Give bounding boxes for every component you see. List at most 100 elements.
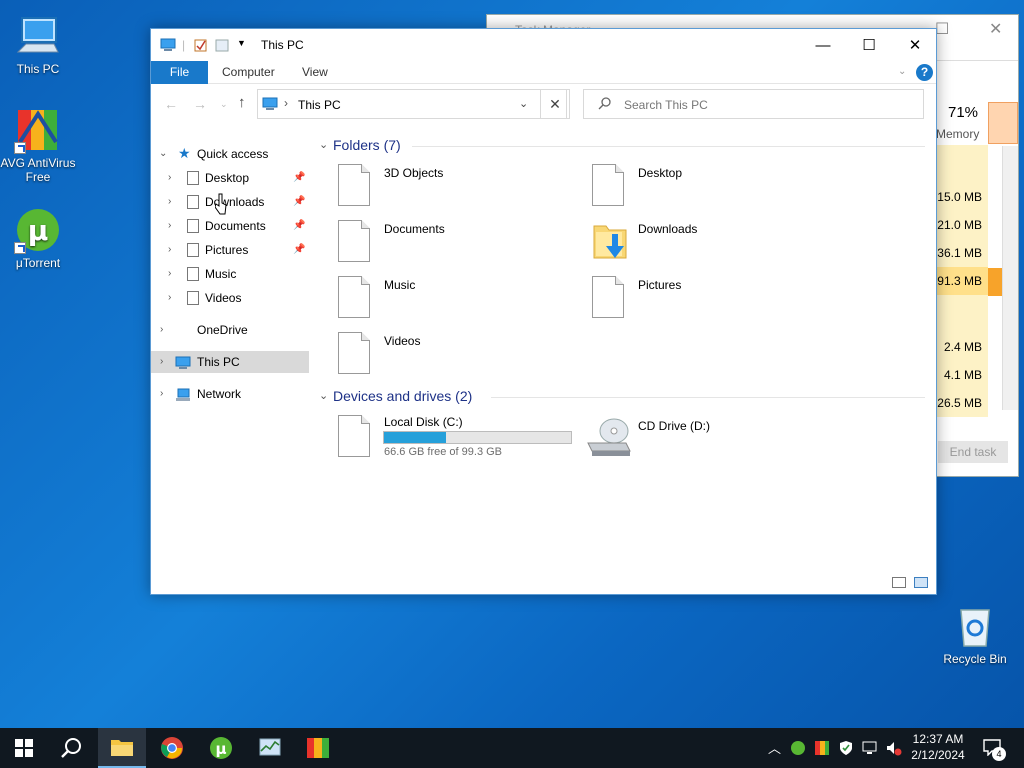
chevron-right-icon[interactable]: › [168, 215, 171, 237]
tab-view[interactable]: View [302, 61, 328, 84]
network-tray-icon[interactable] [862, 740, 878, 759]
security-tray-icon[interactable] [838, 740, 854, 759]
recycle-bin-icon [951, 602, 999, 650]
chevron-right-icon[interactable]: › [168, 167, 171, 189]
new-folder-icon[interactable] [215, 38, 229, 55]
properties-icon[interactable] [194, 38, 208, 55]
folder-label: Music [384, 278, 416, 292]
address-dropdown-icon[interactable]: ⌄ [519, 97, 528, 110]
network-icon [175, 387, 191, 409]
utorrent-icon: µ [210, 737, 232, 759]
desktop-icon-recycle-bin[interactable]: Recycle Bin [937, 602, 1013, 666]
chevron-down-icon[interactable]: ⌄ [319, 389, 328, 402]
desktop-icon-label: AVG AntiVirus Free [0, 156, 76, 184]
drive-item-local-disk[interactable]: Local Disk (C:) 66.6 GB free of 99.3 GB [338, 415, 578, 461]
sidebar-item-music[interactable]: › Music [151, 263, 309, 285]
address-bar[interactable]: › This PC ⌄ [257, 89, 567, 119]
utorrent-icon: µ [14, 206, 62, 254]
group-header-folders[interactable]: Folders (7) [333, 137, 401, 153]
chevron-right-icon[interactable]: › [168, 239, 171, 261]
maximize-button[interactable]: ☐ [846, 29, 892, 61]
group-header-devices[interactable]: Devices and drives (2) [333, 388, 472, 404]
address-text[interactable]: This PC [298, 98, 341, 112]
forward-icon[interactable]: → [193, 96, 207, 112]
show-hidden-icons-icon[interactable]: ︿ [768, 738, 781, 757]
drive-item-cd-drive[interactable]: CD Drive (D:) [586, 417, 816, 467]
folder-item-videos[interactable]: Videos [338, 332, 568, 382]
chevron-right-icon[interactable]: › [168, 287, 171, 309]
taskbar-file-explorer[interactable] [98, 728, 146, 768]
folder-item-3d-objects[interactable]: 3D Objects [338, 164, 568, 214]
desktop-icon-utorrent[interactable]: µ μTorrent [0, 206, 76, 270]
clock[interactable]: 12:37 AM 2/12/2024 [906, 731, 970, 763]
memory-value: 26.5 MB [936, 389, 988, 417]
minimize-button[interactable]: — [800, 29, 846, 61]
volume-muted-icon[interactable] [886, 740, 902, 759]
folder-item-pictures[interactable]: Pictures [592, 276, 822, 326]
pin-icon: 📌 [293, 220, 306, 231]
back-icon[interactable]: ← [164, 96, 178, 112]
sidebar-item-documents[interactable]: › Documents 📌 [151, 215, 309, 237]
chevron-down-icon[interactable]: ⌄ [319, 138, 328, 151]
close-icon[interactable]: ✕ [989, 19, 1002, 39]
file-icon [187, 243, 199, 257]
sidebar-item-quick-access[interactable]: ⌄ ★ Quick access [151, 143, 309, 165]
memory-percent: 71% [948, 104, 979, 121]
search-input[interactable]: Search This PC [624, 98, 708, 112]
close-button[interactable]: ✕ [892, 29, 938, 61]
taskbar-avg[interactable] [294, 728, 342, 768]
chevron-down-icon[interactable]: ⌄ [159, 143, 167, 165]
sidebar-item-onedrive[interactable]: › OneDrive [151, 319, 309, 341]
desktop-icon-avg[interactable]: AVG AntiVirus Free [0, 106, 76, 184]
chevron-right-icon[interactable]: › [168, 191, 171, 213]
folder-item-desktop[interactable]: Desktop [592, 164, 822, 214]
chevron-right-icon[interactable]: › [160, 383, 163, 405]
taskbar-task-manager[interactable] [246, 728, 294, 768]
windows-icon [15, 739, 33, 757]
sidebar-item-label: Pictures [205, 243, 249, 257]
sidebar-item-videos[interactable]: › Videos [151, 287, 309, 309]
customize-toolbar-icon[interactable]: ▼ [237, 38, 246, 48]
clear-address-button[interactable]: ✕ [540, 89, 570, 119]
recent-locations-icon[interactable]: ⌄ [220, 99, 228, 110]
sidebar-item-label: Network [197, 387, 242, 401]
tab-computer[interactable]: Computer [222, 61, 275, 84]
help-button[interactable]: ? [916, 64, 933, 81]
task-manager-scrollbar[interactable] [1002, 146, 1018, 410]
desktop-icon-this-pc[interactable]: This PC [0, 12, 76, 76]
expand-ribbon-icon[interactable]: ⌄ [898, 66, 906, 77]
details-view-icon[interactable] [892, 577, 906, 588]
sidebar-item-label: Quick access [197, 147, 269, 161]
file-icon [187, 267, 199, 281]
chevron-right-icon[interactable]: › [168, 263, 171, 285]
sidebar-item-label: This PC [197, 355, 240, 369]
up-icon[interactable]: ↑ [238, 94, 246, 111]
chevron-right-icon[interactable]: › [160, 351, 163, 373]
folder-item-documents[interactable]: Documents [338, 220, 568, 270]
file-explorer-window[interactable]: | ▼ This PC — ☐ ✕ File Computer View ⌄ ?… [150, 28, 937, 595]
sidebar-item-this-pc[interactable]: › This PC [151, 351, 309, 373]
avg-tray-icon[interactable] [814, 740, 830, 759]
clock-time: 12:37 AM [912, 732, 964, 746]
folder-item-music[interactable]: Music [338, 276, 568, 326]
tab-file[interactable]: File [151, 61, 208, 84]
taskbar-utorrent[interactable]: µ [197, 728, 245, 768]
sidebar-item-pictures[interactable]: › Pictures 📌 [151, 239, 309, 261]
breadcrumb-separator-icon: › [284, 96, 288, 110]
pin-icon: 📌 [293, 244, 306, 255]
large-icons-view-icon[interactable] [914, 577, 928, 588]
memory-column-header[interactable]: Memory [936, 127, 979, 141]
chevron-right-icon[interactable]: › [160, 319, 163, 341]
folder-item-downloads[interactable]: Downloads [592, 220, 822, 270]
file-icon [187, 291, 199, 305]
sidebar-item-desktop[interactable]: › Desktop 📌 [151, 167, 309, 189]
start-button[interactable] [0, 728, 48, 768]
search-box[interactable]: Search This PC [583, 89, 924, 119]
sidebar-item-downloads[interactable]: › Downloads 📌 [151, 191, 309, 213]
taskbar-chrome[interactable] [148, 728, 196, 768]
sidebar-item-network[interactable]: › Network [151, 383, 309, 405]
utorrent-tray-icon[interactable] [790, 740, 806, 759]
end-task-button[interactable]: End task [938, 441, 1008, 463]
title-bar[interactable]: | ▼ This PC — ☐ ✕ [151, 29, 936, 61]
search-button[interactable] [48, 728, 96, 768]
